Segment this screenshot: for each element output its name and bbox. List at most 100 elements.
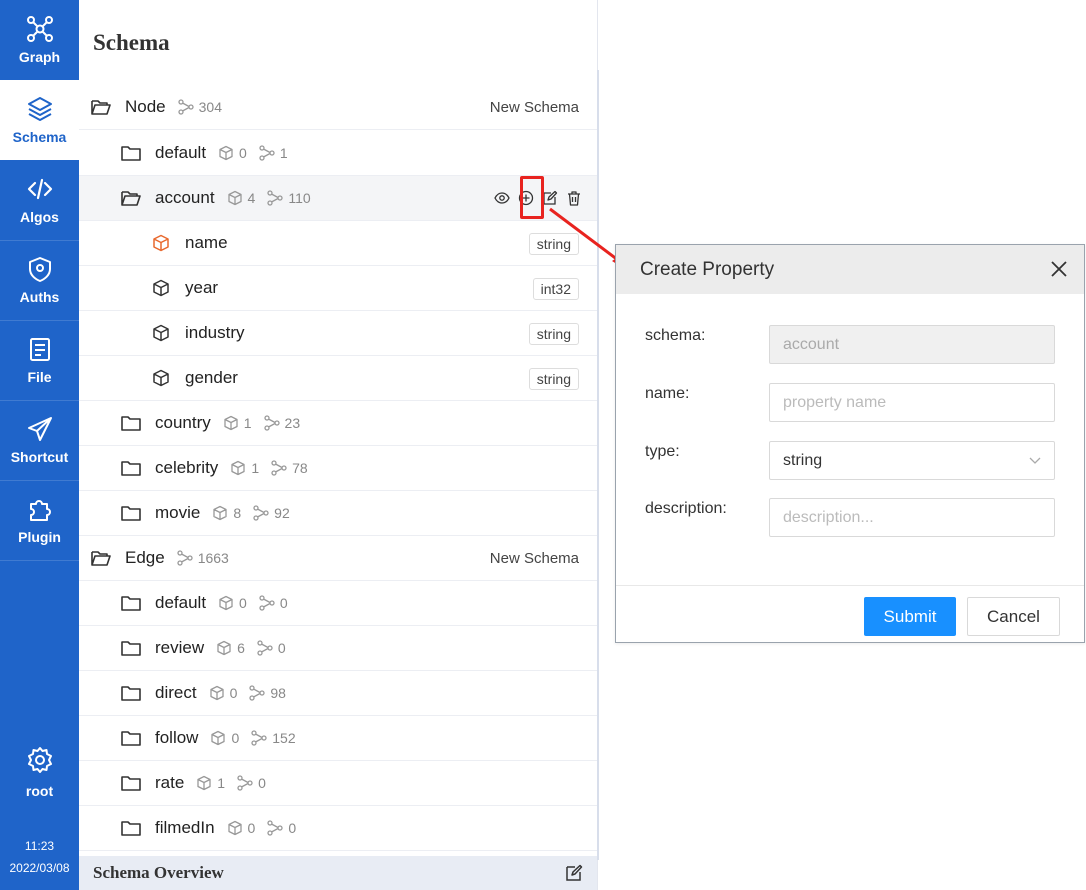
property-count: 1 xyxy=(196,775,225,791)
relation-icon xyxy=(177,99,194,115)
description-input[interactable]: description... xyxy=(769,498,1055,537)
user-name: root xyxy=(25,783,54,799)
property-count: 0 xyxy=(210,730,239,746)
property-name: industry xyxy=(185,323,245,342)
close-button[interactable] xyxy=(1048,258,1070,280)
tree-item-edge-follow[interactable]: follow 0 152 xyxy=(79,716,597,761)
tree-item-property-industry[interactable]: industry string xyxy=(79,311,597,356)
relation-icon xyxy=(259,595,275,611)
tree-group-edge[interactable]: Edge 1663 New Schema xyxy=(79,536,597,581)
folder-icon xyxy=(121,144,141,162)
property-count: 0 xyxy=(218,145,247,161)
type-label: type: xyxy=(645,443,680,460)
edge-count: 0 xyxy=(259,595,288,611)
tree-item-edge-rate[interactable]: rate 1 0 xyxy=(79,761,597,806)
description-field-row: description: description... xyxy=(645,498,1065,538)
tree-item-edge-filmedin[interactable]: filmedIn 0 0 xyxy=(79,806,597,851)
group-label: Node xyxy=(125,97,166,116)
cube-icon xyxy=(213,505,228,521)
relation-icon xyxy=(267,820,283,836)
cube-icon xyxy=(217,640,231,656)
gear-icon xyxy=(27,747,52,773)
edge-count: 110 xyxy=(267,190,311,206)
property-name: name xyxy=(185,233,228,252)
folder-open-icon xyxy=(91,549,111,567)
property-count: 1 xyxy=(223,415,252,431)
schema-name: default xyxy=(155,593,207,612)
user-menu[interactable]: root xyxy=(0,745,79,799)
relation-icon xyxy=(249,685,266,701)
type-badge: string xyxy=(528,368,579,390)
schema-name: review xyxy=(155,638,205,657)
nav-item-schema[interactable]: Schema xyxy=(0,80,79,160)
puzzle-icon xyxy=(29,500,51,521)
new-schema-link[interactable]: New Schema xyxy=(490,99,579,116)
schema-field: account xyxy=(769,325,1055,364)
dialog-divider xyxy=(616,585,1084,586)
view-button[interactable] xyxy=(491,187,513,209)
nav-label: Algos xyxy=(20,209,59,225)
description-label: description: xyxy=(645,500,727,517)
edge-count: 92 xyxy=(253,505,290,521)
schema-name: follow xyxy=(155,728,199,747)
edge-count: 1663 xyxy=(177,550,229,566)
nav-label: Auths xyxy=(19,289,60,305)
relation-icon xyxy=(177,550,193,566)
schema-name: celebrity xyxy=(155,458,219,477)
edge-count: 98 xyxy=(249,685,286,701)
tree-item-edge-default[interactable]: default 0 0 xyxy=(79,581,597,626)
relation-icon xyxy=(259,145,275,161)
nav-label: File xyxy=(27,369,52,385)
relation-icon xyxy=(267,190,283,206)
type-field-row: type: string xyxy=(645,441,1065,481)
cube-icon xyxy=(151,369,171,387)
folder-icon xyxy=(121,729,141,747)
relation-icon xyxy=(237,775,253,791)
edit-icon[interactable] xyxy=(565,864,583,882)
nav-label: Shortcut xyxy=(10,449,69,465)
cube-icon xyxy=(227,820,242,836)
group-label: Edge xyxy=(125,548,165,567)
cube-icon xyxy=(224,415,238,431)
property-name: gender xyxy=(185,368,238,387)
tree-item-node-celebrity[interactable]: celebrity 1 78 xyxy=(79,446,597,491)
dialog-header: Create Property xyxy=(616,245,1084,294)
folder-open-icon xyxy=(121,189,141,207)
tree-item-node-movie[interactable]: movie 8 92 xyxy=(79,491,597,536)
tree-item-property-year[interactable]: year int32 xyxy=(79,266,597,311)
nav-item-graph[interactable]: Graph xyxy=(0,0,79,80)
tree-item-edge-review[interactable]: review 6 0 xyxy=(79,626,597,671)
folder-icon xyxy=(121,639,141,657)
type-select[interactable]: string xyxy=(769,441,1055,480)
tree-item-node-default[interactable]: default 0 1 xyxy=(79,131,597,176)
eye-icon xyxy=(494,192,510,204)
tree-item-node-country[interactable]: country 1 23 xyxy=(79,401,597,446)
cube-icon xyxy=(209,685,224,701)
edge-count: 152 xyxy=(251,730,296,746)
nav-item-shortcut[interactable]: Shortcut xyxy=(0,400,79,480)
nav-item-file[interactable]: File xyxy=(0,320,79,400)
submit-button[interactable]: Submit xyxy=(864,597,956,636)
property-count: 8 xyxy=(212,505,241,521)
property-name-input[interactable]: property name xyxy=(769,383,1055,422)
nav-item-plugin[interactable]: Plugin xyxy=(0,480,79,560)
nav-divider xyxy=(0,560,79,561)
nav-item-auths[interactable]: Auths xyxy=(0,240,79,320)
edge-count: 0 xyxy=(237,775,266,791)
dialog-title: Create Property xyxy=(640,258,775,280)
schema-overview-bar[interactable]: Schema Overview xyxy=(79,856,597,890)
cancel-button[interactable]: Cancel xyxy=(967,597,1060,636)
folder-icon xyxy=(121,819,141,837)
schema-field-row: schema: account xyxy=(645,325,1065,365)
schema-name: account xyxy=(155,188,215,207)
relation-icon xyxy=(251,730,267,746)
cube-icon xyxy=(219,145,233,161)
schema-name: default xyxy=(155,143,207,162)
tree-item-property-gender[interactable]: gender string xyxy=(79,356,597,401)
tree-item-edge-direct[interactable]: direct 0 98 xyxy=(79,671,597,716)
nav-item-algos[interactable]: Algos xyxy=(0,160,79,240)
tree-item-property-name[interactable]: name string xyxy=(79,221,597,266)
new-schema-link[interactable]: New Schema xyxy=(490,550,579,567)
edge-count: 1 xyxy=(259,145,288,161)
tree-group-node[interactable]: Node 304 New Schema xyxy=(79,85,597,130)
